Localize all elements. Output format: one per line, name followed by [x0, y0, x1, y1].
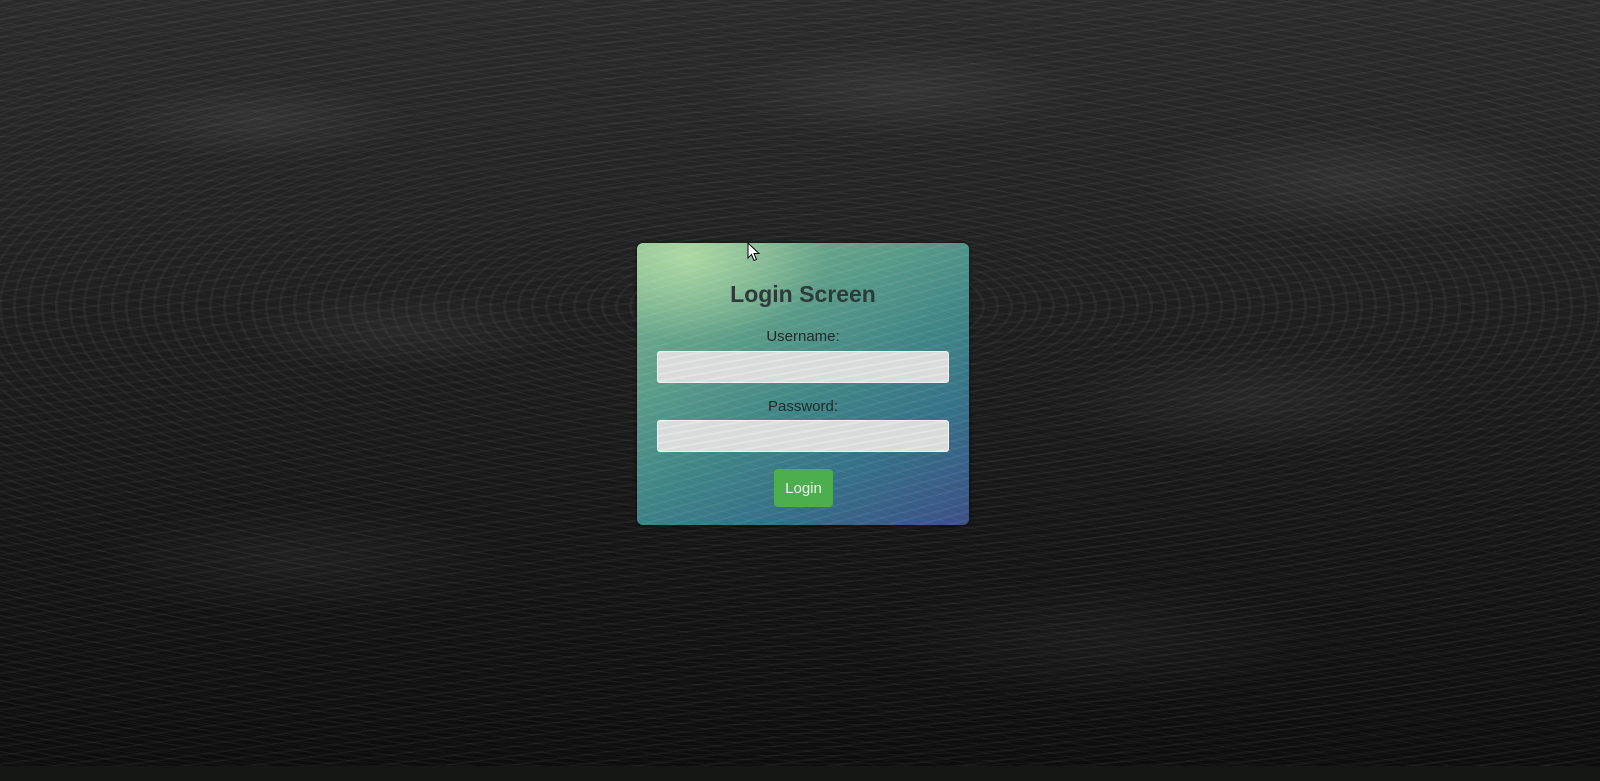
password-label: Password:	[767, 398, 839, 415]
mouse-pointer-icon	[747, 242, 761, 262]
page-title: Login Screen	[730, 281, 876, 307]
username-label: Username:	[766, 328, 840, 345]
bottom-bar	[0, 766, 1600, 781]
login-page: Login Screen Username: Password: Login	[0, 0, 1600, 781]
login-card: Login Screen Username: Password: Login	[637, 243, 969, 525]
password-input[interactable]	[657, 420, 949, 452]
login-button[interactable]: Login	[774, 469, 833, 507]
username-input[interactable]	[657, 351, 949, 383]
